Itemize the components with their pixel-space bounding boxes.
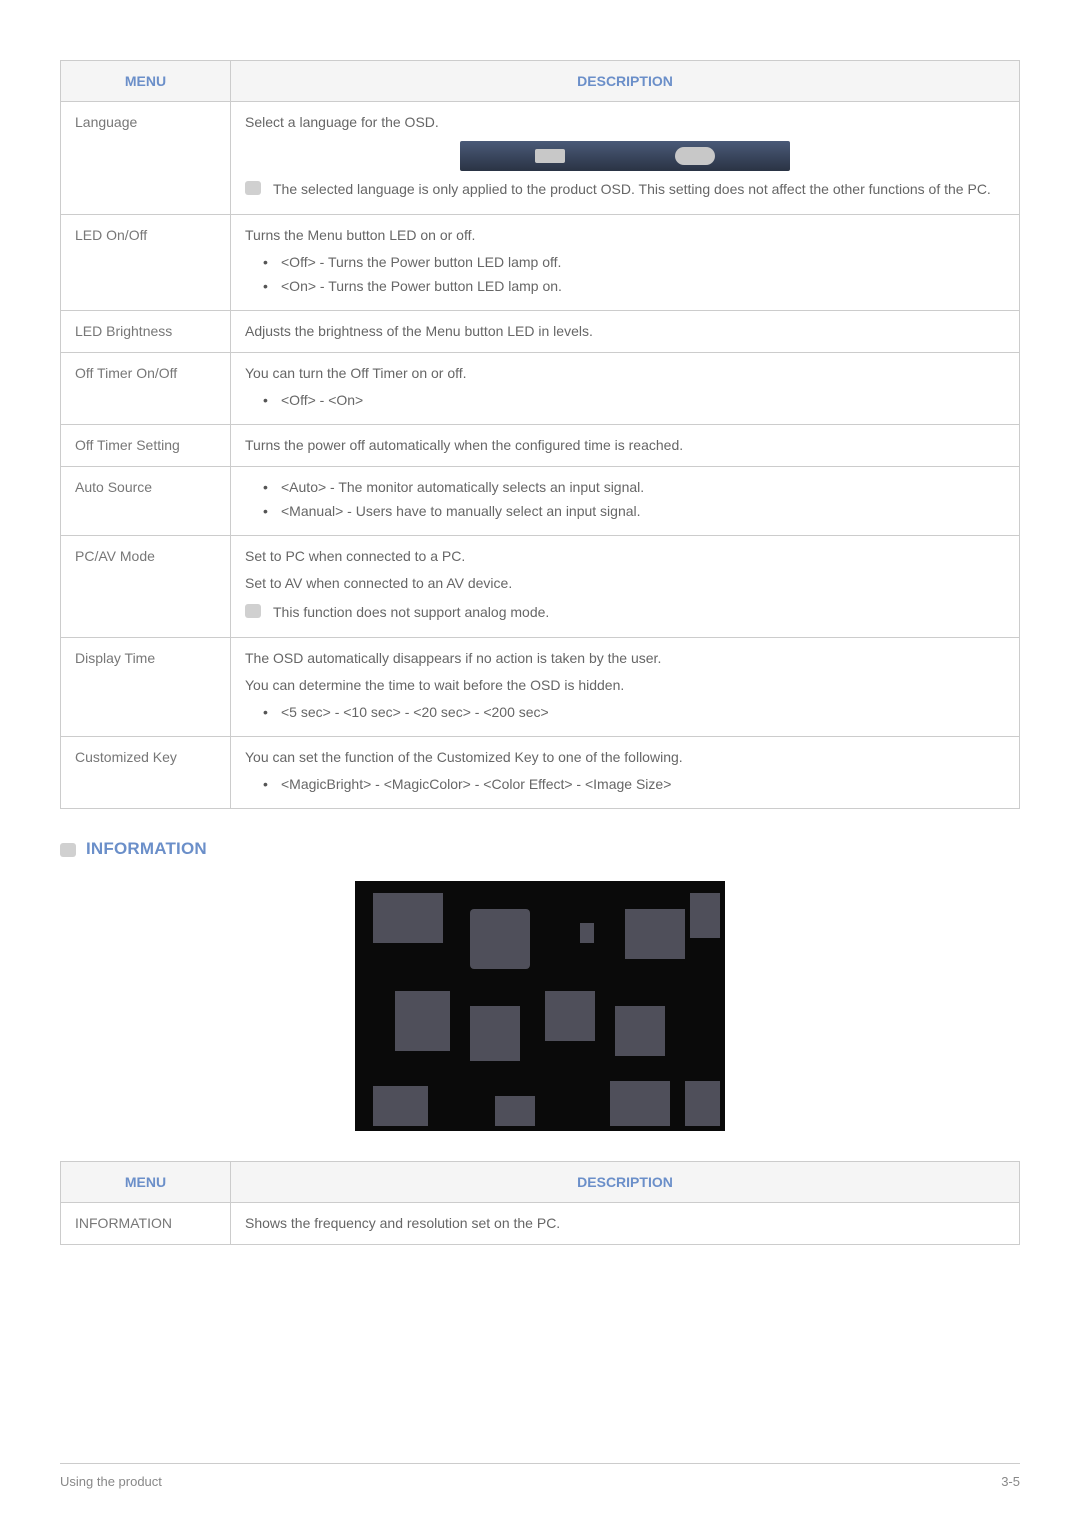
desc-text: Adjusts the brightness of the Menu butto…	[245, 321, 1005, 342]
section-title: INFORMATION	[86, 839, 207, 859]
bullet-item: <On> - Turns the Power button LED lamp o…	[263, 276, 1005, 297]
footer-left: Using the product	[60, 1474, 162, 1489]
desc-text: Shows the frequency and resolution set o…	[245, 1213, 1005, 1234]
desc-cell: Select a language for the OSD. The selec…	[231, 102, 1020, 215]
menu-label: LED Brightness	[61, 311, 231, 353]
menu-description-table-2: MENU DESCRIPTION INFORMATION Shows the f…	[60, 1161, 1020, 1245]
table-row: LED On/Off Turns the Menu button LED on …	[61, 215, 1020, 311]
desc-text: The OSD automatically disappears if no a…	[245, 648, 1005, 669]
desc-cell: <Auto> - The monitor automatically selec…	[231, 467, 1020, 536]
desc-text: Set to AV when connected to an AV device…	[245, 573, 1005, 594]
table-row: Off Timer On/Off You can turn the Off Ti…	[61, 353, 1020, 425]
table2-header-description: DESCRIPTION	[231, 1162, 1020, 1203]
desc-text: Turns the power off automatically when t…	[245, 435, 1005, 456]
menu-description-table-1: MENU DESCRIPTION Language Select a langu…	[60, 60, 1020, 809]
menu-label: Language	[61, 102, 231, 215]
bullet-item: <5 sec> - <10 sec> - <20 sec> - <200 sec…	[263, 702, 1005, 723]
table1-header-menu: MENU	[61, 61, 231, 102]
bullet-item: <Off> - Turns the Power button LED lamp …	[263, 252, 1005, 273]
desc-text: You can determine the time to wait befor…	[245, 675, 1005, 696]
menu-label: PC/AV Mode	[61, 536, 231, 638]
table-row: Language Select a language for the OSD. …	[61, 102, 1020, 215]
table-row: Auto Source <Auto> - The monitor automat…	[61, 467, 1020, 536]
desc-cell: Turns the power off automatically when t…	[231, 425, 1020, 467]
bullet-item: <Manual> - Users have to manually select…	[263, 501, 1005, 522]
table-row: INFORMATION Shows the frequency and reso…	[61, 1203, 1020, 1245]
table-row: Display Time The OSD automatically disap…	[61, 638, 1020, 737]
note-text: The selected language is only applied to…	[273, 179, 991, 200]
desc-text: You can set the function of the Customiz…	[245, 747, 1005, 768]
desc-cell: Set to PC when connected to a PC. Set to…	[231, 536, 1020, 638]
menu-label: Auto Source	[61, 467, 231, 536]
bullet-item: <Off> - <On>	[263, 390, 1005, 411]
table-row: PC/AV Mode Set to PC when connected to a…	[61, 536, 1020, 638]
bullet-item: <MagicBright> - <MagicColor> - <Color Ef…	[263, 774, 1005, 795]
menu-label: INFORMATION	[61, 1203, 231, 1245]
menu-label: Customized Key	[61, 737, 231, 809]
desc-cell: You can turn the Off Timer on or off. <O…	[231, 353, 1020, 425]
desc-cell: Shows the frequency and resolution set o…	[231, 1203, 1020, 1245]
menu-label: Display Time	[61, 638, 231, 737]
desc-text: You can turn the Off Timer on or off.	[245, 363, 1005, 384]
table-row: LED Brightness Adjusts the brightness of…	[61, 311, 1020, 353]
information-osd-image	[355, 881, 725, 1131]
desc-text: Select a language for the OSD.	[245, 112, 1005, 133]
menu-label: LED On/Off	[61, 215, 231, 311]
desc-cell: Adjusts the brightness of the Menu butto…	[231, 311, 1020, 353]
note-icon	[245, 181, 261, 195]
note-icon	[245, 604, 261, 618]
section-heading: INFORMATION	[60, 839, 1020, 859]
bullet-item: <Auto> - The monitor automatically selec…	[263, 477, 1005, 498]
desc-cell: Turns the Menu button LED on or off. <Of…	[231, 215, 1020, 311]
section-bullet-icon	[60, 843, 76, 857]
note-text: This function does not support analog mo…	[273, 602, 549, 623]
desc-cell: You can set the function of the Customiz…	[231, 737, 1020, 809]
desc-text: Set to PC when connected to a PC.	[245, 546, 1005, 567]
table-row: Off Timer Setting Turns the power off au…	[61, 425, 1020, 467]
menu-label: Off Timer On/Off	[61, 353, 231, 425]
desc-cell: The OSD automatically disappears if no a…	[231, 638, 1020, 737]
menu-label: Off Timer Setting	[61, 425, 231, 467]
table-row: Customized Key You can set the function …	[61, 737, 1020, 809]
osd-language-image	[460, 141, 790, 171]
desc-text: Turns the Menu button LED on or off.	[245, 225, 1005, 246]
footer-right: 3-5	[1001, 1474, 1020, 1489]
table2-header-menu: MENU	[61, 1162, 231, 1203]
table1-header-description: DESCRIPTION	[231, 61, 1020, 102]
page-footer: Using the product 3-5	[60, 1463, 1020, 1489]
